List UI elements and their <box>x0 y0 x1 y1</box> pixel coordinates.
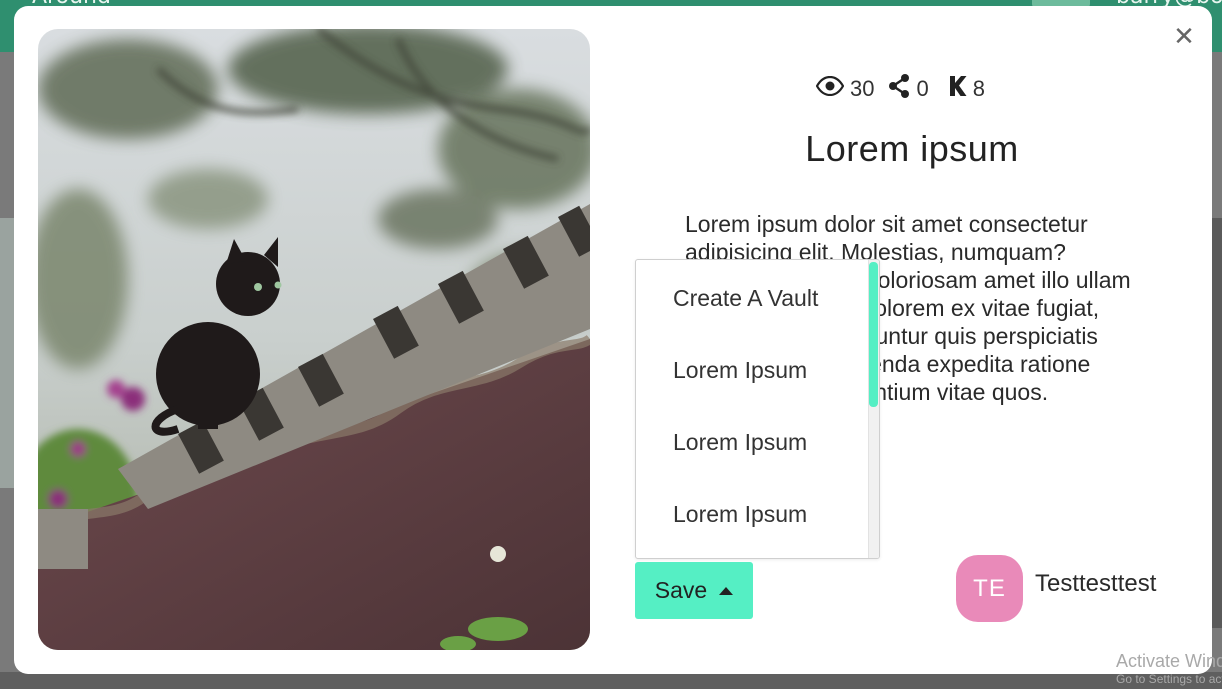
avatar-initials: TE <box>973 574 1006 602</box>
keep-title: Lorem ipsum <box>805 128 1019 169</box>
k-icon <box>949 75 967 103</box>
background-card <box>0 218 14 488</box>
shares-stat: 0 <box>888 74 929 104</box>
creator-name[interactable]: Testtesttest <box>1035 570 1156 598</box>
background-card <box>1212 218 1222 628</box>
vault-item[interactable]: Lorem Ipsum <box>673 422 863 462</box>
views-count: 30 <box>850 76 875 101</box>
keeps-count: 8 <box>972 76 985 101</box>
caret-up-icon <box>719 586 734 595</box>
save-dropdown-menu: Create A Vault Lorem Ipsum Lorem Ipsum L… <box>635 259 880 559</box>
views-stat: 30 <box>815 75 875 102</box>
create-vault-item[interactable]: Create A Vault <box>673 278 863 318</box>
avatar[interactable]: TE <box>956 555 1023 622</box>
keep-stats: 30 0 8 <box>815 72 985 106</box>
close-icon[interactable]: ✕ <box>1172 24 1196 50</box>
shares-count: 0 <box>916 76 929 101</box>
watermark-line2: Go to Settings to activate Windows. <box>1116 672 1222 686</box>
background-strip <box>0 672 1222 689</box>
vault-item[interactable]: Lorem Ipsum <box>673 494 863 534</box>
save-button-label: Save <box>654 577 708 603</box>
activate-windows-watermark: Activate Windows Go to Settings to activ… <box>1116 650 1222 689</box>
keep-image <box>38 29 590 650</box>
vault-item[interactable]: Lorem Ipsum <box>673 350 863 390</box>
save-button[interactable]: Save <box>635 562 753 619</box>
share-icon <box>888 74 910 104</box>
dropdown-scrollbar-thumb[interactable] <box>869 262 878 407</box>
keeps-stat: 8 <box>949 75 985 103</box>
watermark-line1: Activate Windows <box>1116 651 1222 671</box>
eye-icon <box>815 75 845 102</box>
